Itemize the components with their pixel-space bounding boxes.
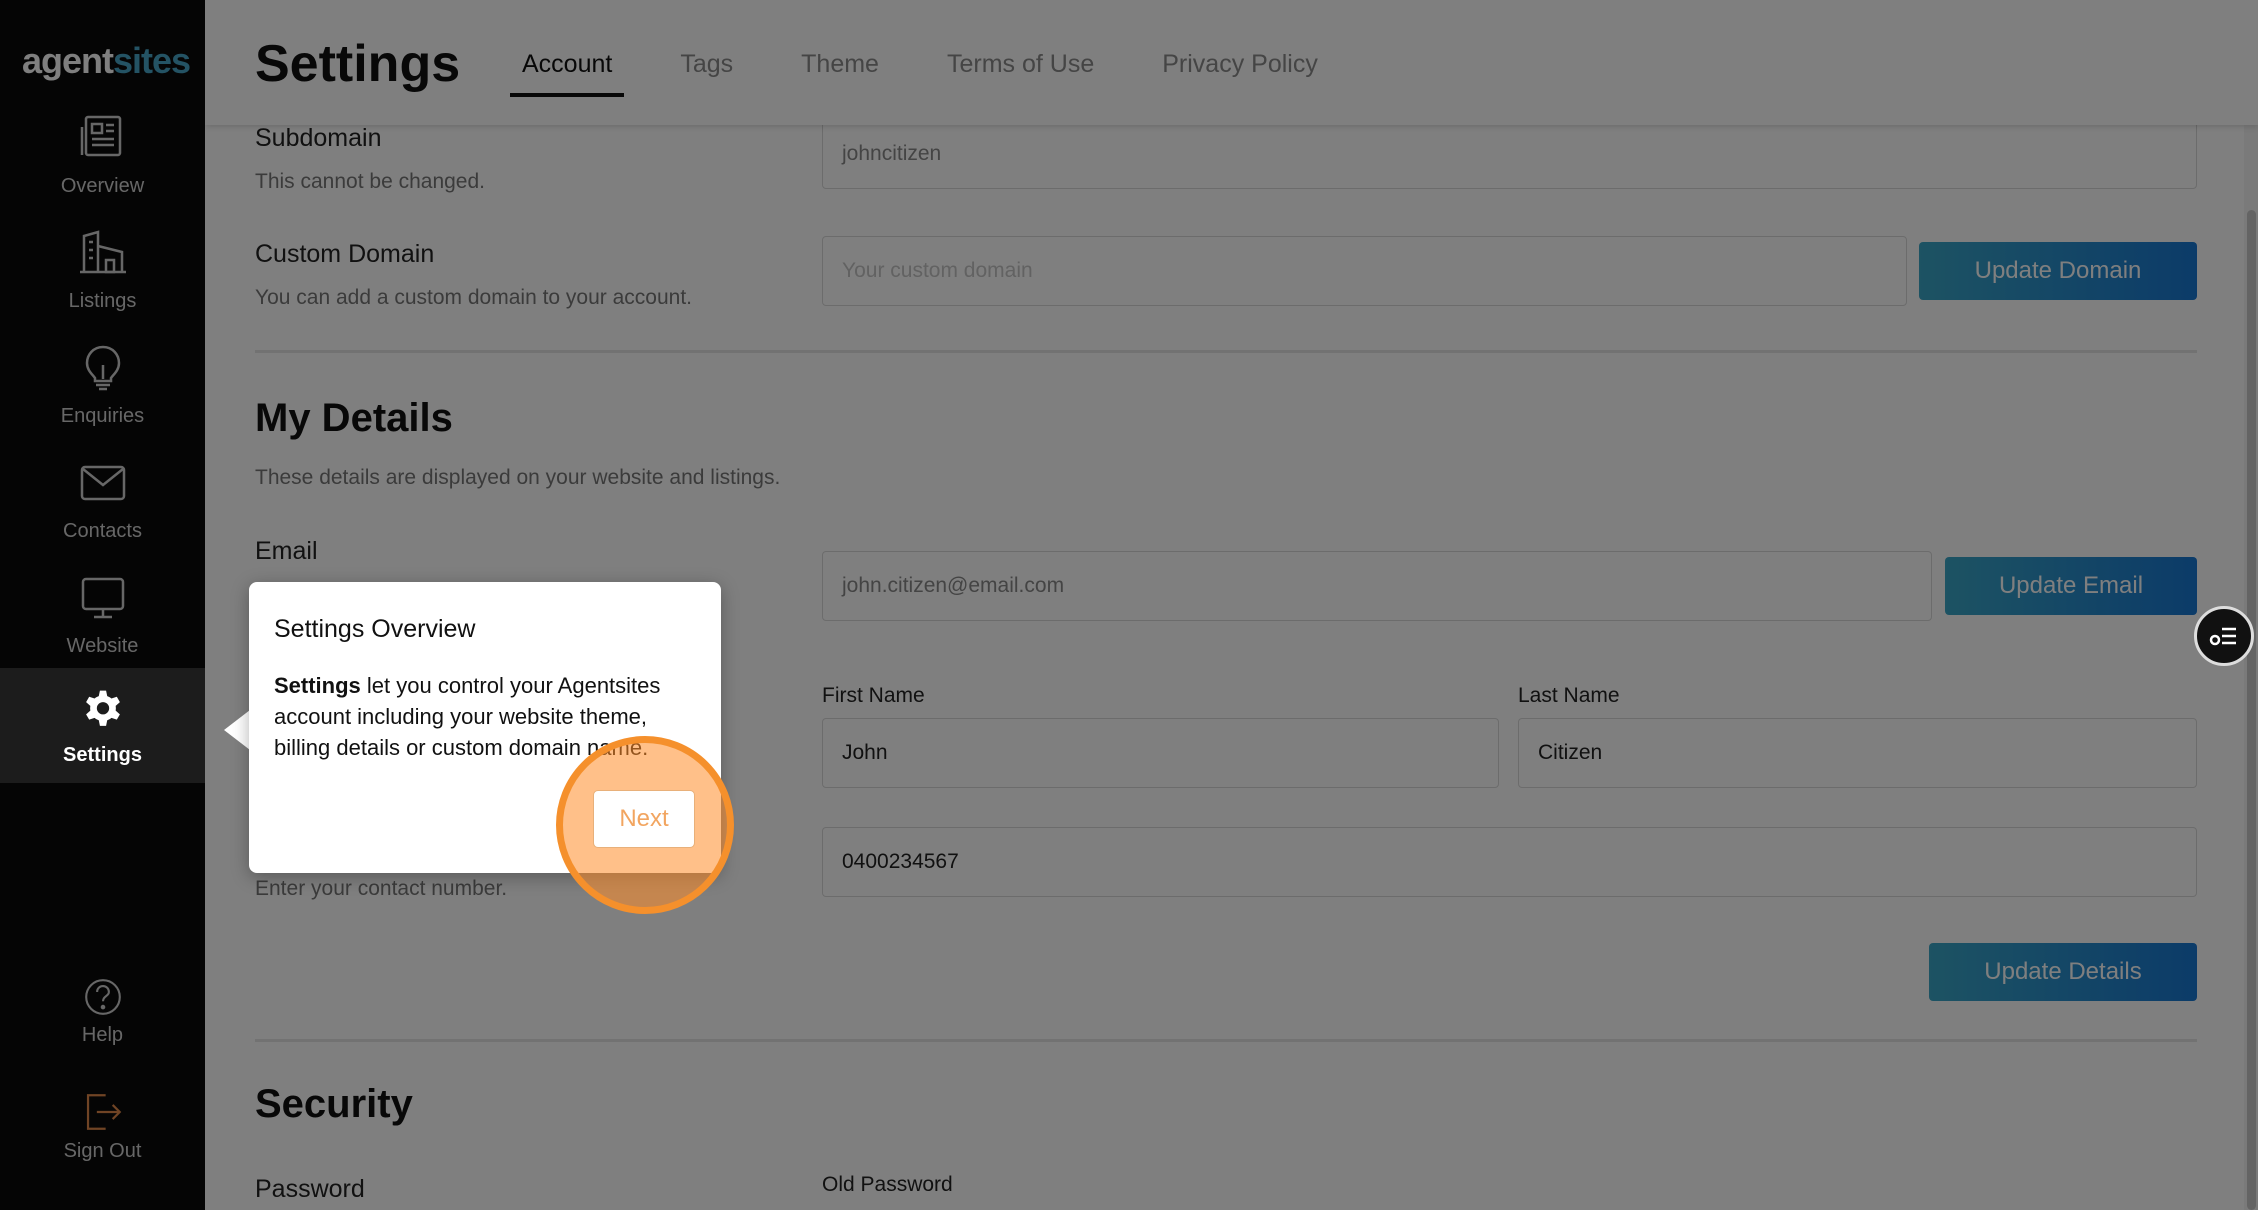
update-email-button[interactable]: Update Email — [1945, 557, 2197, 615]
custom-domain-input[interactable]: Your custom domain — [822, 236, 1907, 306]
sidebar-item-contacts[interactable]: Contacts — [0, 458, 205, 573]
lightbulb-icon — [85, 345, 120, 391]
tab-theme[interactable]: Theme — [789, 46, 891, 97]
sidebar-item-sign-out[interactable]: Sign Out — [0, 1090, 205, 1170]
sidebar-item-label: Enquiries — [60, 405, 145, 427]
tab-privacy-policy[interactable]: Privacy Policy — [1150, 46, 1330, 97]
monitor-icon — [81, 577, 124, 619]
phone-help: Enter your contact number. — [255, 877, 508, 900]
subdomain-label: Subdomain — [255, 124, 382, 152]
first-name-input[interactable]: John — [822, 718, 1499, 788]
sidebar-item-enquiries[interactable]: Enquiries — [0, 343, 205, 458]
gear-icon — [85, 690, 120, 726]
settings-nav-cell: Settings — [0, 668, 205, 783]
sidebar-item-label: Sign Out — [63, 1140, 142, 1162]
newspaper-icon — [80, 115, 121, 157]
sidebar-item-label: Website — [66, 635, 139, 657]
popover-arrow — [224, 710, 250, 750]
sidebar-item-label: Overview — [60, 175, 145, 197]
settings-header: Settings Account Tags Theme Terms of Use… — [205, 0, 2258, 125]
security-heading: Security — [255, 1082, 413, 1126]
scroll-thumb[interactable] — [2247, 210, 2256, 1210]
checklist-widget-button[interactable] — [2194, 606, 2254, 666]
sign-out-icon — [86, 1094, 121, 1130]
sidebar-item-listings[interactable]: Listings — [0, 228, 205, 343]
last-name-input[interactable]: Citizen — [1518, 718, 2197, 788]
custom-domain-help: You can add a custom domain to your acco… — [255, 286, 693, 309]
tab-account[interactable]: Account — [510, 46, 625, 97]
old-password-label: Old Password — [822, 1173, 953, 1196]
sidebar-item-label: Contacts — [63, 520, 142, 542]
page-title: Settings — [255, 35, 461, 93]
first-name-label: First Name — [822, 684, 925, 707]
agentsites-logo[interactable]: agentsites — [22, 40, 191, 82]
sidebar-item-label: Listings — [68, 290, 137, 312]
next-button[interactable]: Next — [593, 790, 695, 848]
checklist-icon — [2209, 627, 2236, 646]
building-icon — [79, 230, 126, 274]
sidebar-item-help[interactable]: Help — [0, 976, 205, 1056]
sidebar: agentsites Overview Listings Enquiries C… — [0, 0, 205, 1210]
logo-text-agent: agent — [22, 40, 114, 81]
sidebar-item-label: Settings — [63, 744, 142, 766]
email-field[interactable]: john.citizen@email.com — [822, 551, 1932, 621]
last-name-label: Last Name — [1518, 684, 1620, 707]
envelope-icon — [80, 465, 125, 501]
popover-title: Settings Overview — [274, 615, 476, 643]
my-details-help: These details are displayed on your webs… — [255, 466, 781, 489]
sidebar-item-label: Help — [81, 1024, 124, 1046]
tab-tags[interactable]: Tags — [668, 46, 745, 97]
update-details-button[interactable]: Update Details — [1929, 943, 2197, 1001]
tab-terms-of-use[interactable]: Terms of Use — [935, 46, 1106, 97]
settings-tabs: Account Tags Theme Terms of Use Privacy … — [510, 46, 1374, 97]
logo-text-sites: sites — [113, 40, 191, 81]
password-label: Password — [255, 1175, 365, 1203]
subdomain-help: This cannot be changed. — [255, 170, 485, 193]
divider — [255, 1039, 2197, 1042]
custom-domain-label: Custom Domain — [255, 240, 435, 268]
update-domain-button[interactable]: Update Domain — [1919, 242, 2197, 300]
subdomain-field[interactable]: johncitizen — [822, 119, 2197, 189]
popover-body-bold: Settings — [274, 673, 361, 698]
phone-input[interactable]: 0400234567 — [822, 827, 2197, 897]
email-label: Email — [255, 537, 318, 565]
scrollbar[interactable] — [2244, 0, 2258, 1210]
my-details-heading: My Details — [255, 396, 453, 440]
sidebar-item-settings[interactable]: Settings — [0, 668, 208, 783]
question-icon — [84, 979, 121, 1015]
divider — [255, 350, 2197, 353]
sidebar-item-overview[interactable]: Overview — [0, 113, 205, 228]
